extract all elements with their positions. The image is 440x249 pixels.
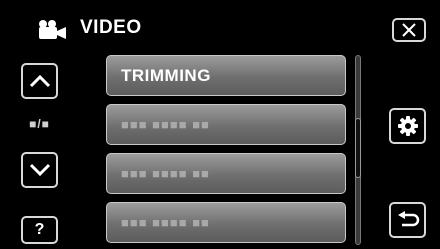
gear-icon [397,116,418,136]
menu-item-label: ■■■ ■■■■ ■■ [121,117,210,132]
menu-item[interactable]: ■■■ ■■■■ ■■ [106,104,346,145]
help-button[interactable]: ? [21,216,58,244]
scrollbar-thumb[interactable] [355,118,361,178]
header-bar: VIDEO [0,0,440,52]
video-camera-icon [39,20,66,39]
return-icon [397,211,419,227]
back-button[interactable] [389,202,426,238]
menu-item[interactable]: ■■■ ■■■■ ■■ [106,153,346,194]
menu-item-label: ■■■ ■■■■ ■■ [121,215,210,230]
scroll-up-button[interactable] [21,63,58,99]
menu-item-label: ■■■ ■■■■ ■■ [121,166,210,181]
menu-item[interactable]: ■■■ ■■■■ ■■ [106,202,346,243]
page-title: VIDEO [80,17,142,38]
menu-item-label: TRIMMING [121,65,211,85]
settings-button[interactable] [389,108,426,144]
close-icon [402,23,416,37]
chevron-up-icon [29,74,50,88]
page-indicator: ■/■ [29,117,50,131]
chevron-down-icon [29,163,50,177]
menu-item-trimming[interactable]: TRIMMING [106,55,346,96]
close-button[interactable] [392,18,426,42]
help-label: ? [34,221,45,238]
scroll-down-button[interactable] [21,152,58,188]
